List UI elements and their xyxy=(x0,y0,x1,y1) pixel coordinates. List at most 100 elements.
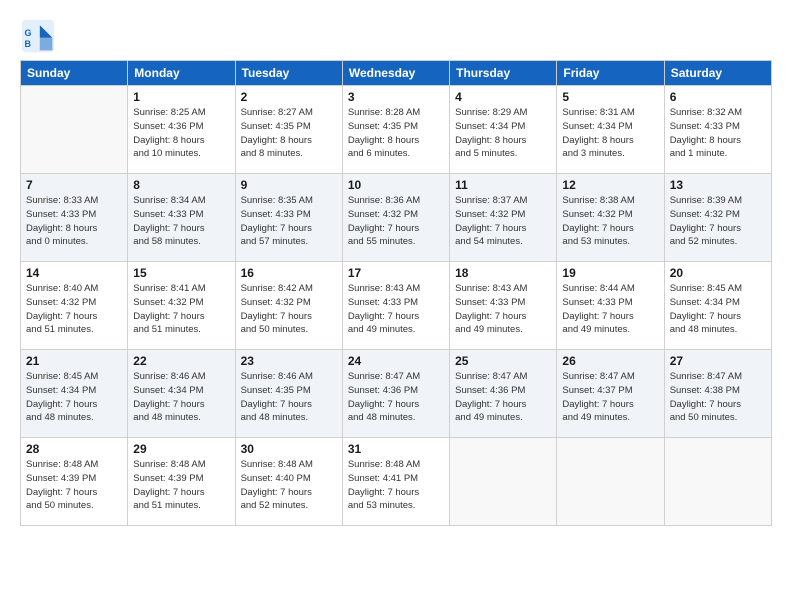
calendar-cell: 24Sunrise: 8:47 AM Sunset: 4:36 PM Dayli… xyxy=(342,350,449,438)
calendar-cell: 3 Sunrise: 8:28 AM Sunset: 4:35 PM Daylig… xyxy=(342,86,449,174)
day-detail: Sunrise: 8:47 AM Sunset: 4:37 PM Dayligh… xyxy=(562,370,658,425)
day-number: 19 xyxy=(562,266,658,280)
day-number: 12 xyxy=(562,178,658,192)
calendar-cell: 15 Sunrise: 8:41 AM Sunset: 4:32 PM Dayli… xyxy=(128,262,235,350)
day-number: 7 xyxy=(26,178,122,192)
calendar-cell: 5Sunrise: 8:31 AM Sunset: 4:34 PM Daylig… xyxy=(557,86,664,174)
day-detail: Sunrise: 8:47 AM Sunset: 4:36 PM Dayligh… xyxy=(455,370,551,425)
logo-area: G B xyxy=(20,18,60,54)
day-number: 24 xyxy=(348,354,444,368)
day-number: 10 xyxy=(348,178,444,192)
day-number: 15 xyxy=(133,266,229,280)
calendar-cell: 19 Sunrise: 8:44 AM Sunset: 4:33 PM Dayli… xyxy=(557,262,664,350)
calendar-cell: 10 Sunrise: 8:36 AM Sunset: 4:32 PM Dayli… xyxy=(342,174,449,262)
day-detail: Sunrise: 8:44 AM Sunset: 4:33 PM Dayligh… xyxy=(562,282,658,337)
day-detail: Sunrise: 8:38 AM Sunset: 4:32 PM Dayligh… xyxy=(562,194,658,249)
day-number: 14 xyxy=(26,266,122,280)
day-detail: Sunrise: 8:40 AM Sunset: 4:32 PM Dayligh… xyxy=(26,282,122,337)
logo-icon: G B xyxy=(20,18,56,54)
calendar-week-row: 14 Sunrise: 8:40 AM Sunset: 4:32 PM Dayli… xyxy=(21,262,772,350)
day-detail: Sunrise: 8:46 AM Sunset: 4:34 PM Dayligh… xyxy=(133,370,229,425)
day-number: 11 xyxy=(455,178,551,192)
calendar-cell: 25 Sunrise: 8:47 AM Sunset: 4:36 PM Dayli… xyxy=(450,350,557,438)
calendar-cell: 9 Sunrise: 8:35 AM Sunset: 4:33 PM Daylig… xyxy=(235,174,342,262)
day-number: 2 xyxy=(241,90,337,104)
calendar-cell: 28Sunrise: 8:48 AM Sunset: 4:39 PM Dayli… xyxy=(21,438,128,526)
day-number: 25 xyxy=(455,354,551,368)
day-number: 3 xyxy=(348,90,444,104)
calendar-cell: 16 Sunrise: 8:42 AM Sunset: 4:32 PM Dayli… xyxy=(235,262,342,350)
calendar-week-row: 7 Sunrise: 8:33 AM Sunset: 4:33 PM Daylig… xyxy=(21,174,772,262)
day-number: 8 xyxy=(133,178,229,192)
day-detail: Sunrise: 8:45 AM Sunset: 4:34 PM Dayligh… xyxy=(26,370,122,425)
day-number: 20 xyxy=(670,266,766,280)
calendar-week-row: 1Sunrise: 8:25 AM Sunset: 4:36 PM Daylig… xyxy=(21,86,772,174)
col-header-sunday: Sunday xyxy=(21,61,128,86)
col-header-tuesday: Tuesday xyxy=(235,61,342,86)
calendar-cell xyxy=(664,438,771,526)
calendar-header-row: SundayMondayTuesdayWednesdayThursdayFrid… xyxy=(21,61,772,86)
day-detail: Sunrise: 8:29 AM Sunset: 4:34 PM Dayligh… xyxy=(455,106,551,161)
calendar-week-row: 28Sunrise: 8:48 AM Sunset: 4:39 PM Dayli… xyxy=(21,438,772,526)
calendar-cell: 4 Sunrise: 8:29 AM Sunset: 4:34 PM Daylig… xyxy=(450,86,557,174)
day-detail: Sunrise: 8:39 AM Sunset: 4:32 PM Dayligh… xyxy=(670,194,766,249)
day-number: 27 xyxy=(670,354,766,368)
day-detail: Sunrise: 8:43 AM Sunset: 4:33 PM Dayligh… xyxy=(455,282,551,337)
calendar-cell xyxy=(557,438,664,526)
col-header-thursday: Thursday xyxy=(450,61,557,86)
day-detail: Sunrise: 8:48 AM Sunset: 4:40 PM Dayligh… xyxy=(241,458,337,513)
day-detail: Sunrise: 8:48 AM Sunset: 4:39 PM Dayligh… xyxy=(26,458,122,513)
day-detail: Sunrise: 8:32 AM Sunset: 4:33 PM Dayligh… xyxy=(670,106,766,161)
col-header-monday: Monday xyxy=(128,61,235,86)
day-detail: Sunrise: 8:28 AM Sunset: 4:35 PM Dayligh… xyxy=(348,106,444,161)
page: G B SundayMondayTuesdayWednesdayThursday… xyxy=(0,0,792,536)
svg-text:G: G xyxy=(25,28,32,38)
day-number: 9 xyxy=(241,178,337,192)
calendar-table: SundayMondayTuesdayWednesdayThursdayFrid… xyxy=(20,60,772,526)
day-number: 4 xyxy=(455,90,551,104)
day-number: 21 xyxy=(26,354,122,368)
calendar-cell: 8 Sunrise: 8:34 AM Sunset: 4:33 PM Daylig… xyxy=(128,174,235,262)
calendar-cell: 20 Sunrise: 8:45 AM Sunset: 4:34 PM Dayli… xyxy=(664,262,771,350)
header: G B xyxy=(20,18,772,54)
day-detail: Sunrise: 8:46 AM Sunset: 4:35 PM Dayligh… xyxy=(241,370,337,425)
calendar-cell: 30 Sunrise: 8:48 AM Sunset: 4:40 PM Dayli… xyxy=(235,438,342,526)
day-detail: Sunrise: 8:47 AM Sunset: 4:38 PM Dayligh… xyxy=(670,370,766,425)
day-number: 6 xyxy=(670,90,766,104)
day-detail: Sunrise: 8:48 AM Sunset: 4:39 PM Dayligh… xyxy=(133,458,229,513)
calendar-cell: 7 Sunrise: 8:33 AM Sunset: 4:33 PM Daylig… xyxy=(21,174,128,262)
calendar-cell: 17Sunrise: 8:43 AM Sunset: 4:33 PM Dayli… xyxy=(342,262,449,350)
day-number: 18 xyxy=(455,266,551,280)
day-detail: Sunrise: 8:48 AM Sunset: 4:41 PM Dayligh… xyxy=(348,458,444,513)
calendar-cell: 1Sunrise: 8:25 AM Sunset: 4:36 PM Daylig… xyxy=(128,86,235,174)
day-number: 23 xyxy=(241,354,337,368)
day-number: 5 xyxy=(562,90,658,104)
calendar-cell: 18 Sunrise: 8:43 AM Sunset: 4:33 PM Dayli… xyxy=(450,262,557,350)
calendar-cell: 14 Sunrise: 8:40 AM Sunset: 4:32 PM Dayli… xyxy=(21,262,128,350)
day-detail: Sunrise: 8:34 AM Sunset: 4:33 PM Dayligh… xyxy=(133,194,229,249)
calendar-cell: 27 Sunrise: 8:47 AM Sunset: 4:38 PM Dayli… xyxy=(664,350,771,438)
day-detail: Sunrise: 8:43 AM Sunset: 4:33 PM Dayligh… xyxy=(348,282,444,337)
calendar-cell xyxy=(21,86,128,174)
calendar-cell: 2 Sunrise: 8:27 AM Sunset: 4:35 PM Daylig… xyxy=(235,86,342,174)
calendar-cell: 13Sunrise: 8:39 AM Sunset: 4:32 PM Dayli… xyxy=(664,174,771,262)
svg-text:B: B xyxy=(25,39,32,49)
day-number: 16 xyxy=(241,266,337,280)
day-detail: Sunrise: 8:27 AM Sunset: 4:35 PM Dayligh… xyxy=(241,106,337,161)
calendar-cell: 22 Sunrise: 8:46 AM Sunset: 4:34 PM Dayli… xyxy=(128,350,235,438)
col-header-wednesday: Wednesday xyxy=(342,61,449,86)
day-detail: Sunrise: 8:41 AM Sunset: 4:32 PM Dayligh… xyxy=(133,282,229,337)
col-header-friday: Friday xyxy=(557,61,664,86)
day-detail: Sunrise: 8:33 AM Sunset: 4:33 PM Dayligh… xyxy=(26,194,122,249)
calendar-cell: 11Sunrise: 8:37 AM Sunset: 4:32 PM Dayli… xyxy=(450,174,557,262)
day-detail: Sunrise: 8:25 AM Sunset: 4:36 PM Dayligh… xyxy=(133,106,229,161)
day-number: 29 xyxy=(133,442,229,456)
day-number: 31 xyxy=(348,442,444,456)
day-detail: Sunrise: 8:42 AM Sunset: 4:32 PM Dayligh… xyxy=(241,282,337,337)
day-detail: Sunrise: 8:35 AM Sunset: 4:33 PM Dayligh… xyxy=(241,194,337,249)
day-number: 30 xyxy=(241,442,337,456)
day-detail: Sunrise: 8:45 AM Sunset: 4:34 PM Dayligh… xyxy=(670,282,766,337)
calendar-cell xyxy=(450,438,557,526)
day-detail: Sunrise: 8:36 AM Sunset: 4:32 PM Dayligh… xyxy=(348,194,444,249)
day-number: 22 xyxy=(133,354,229,368)
